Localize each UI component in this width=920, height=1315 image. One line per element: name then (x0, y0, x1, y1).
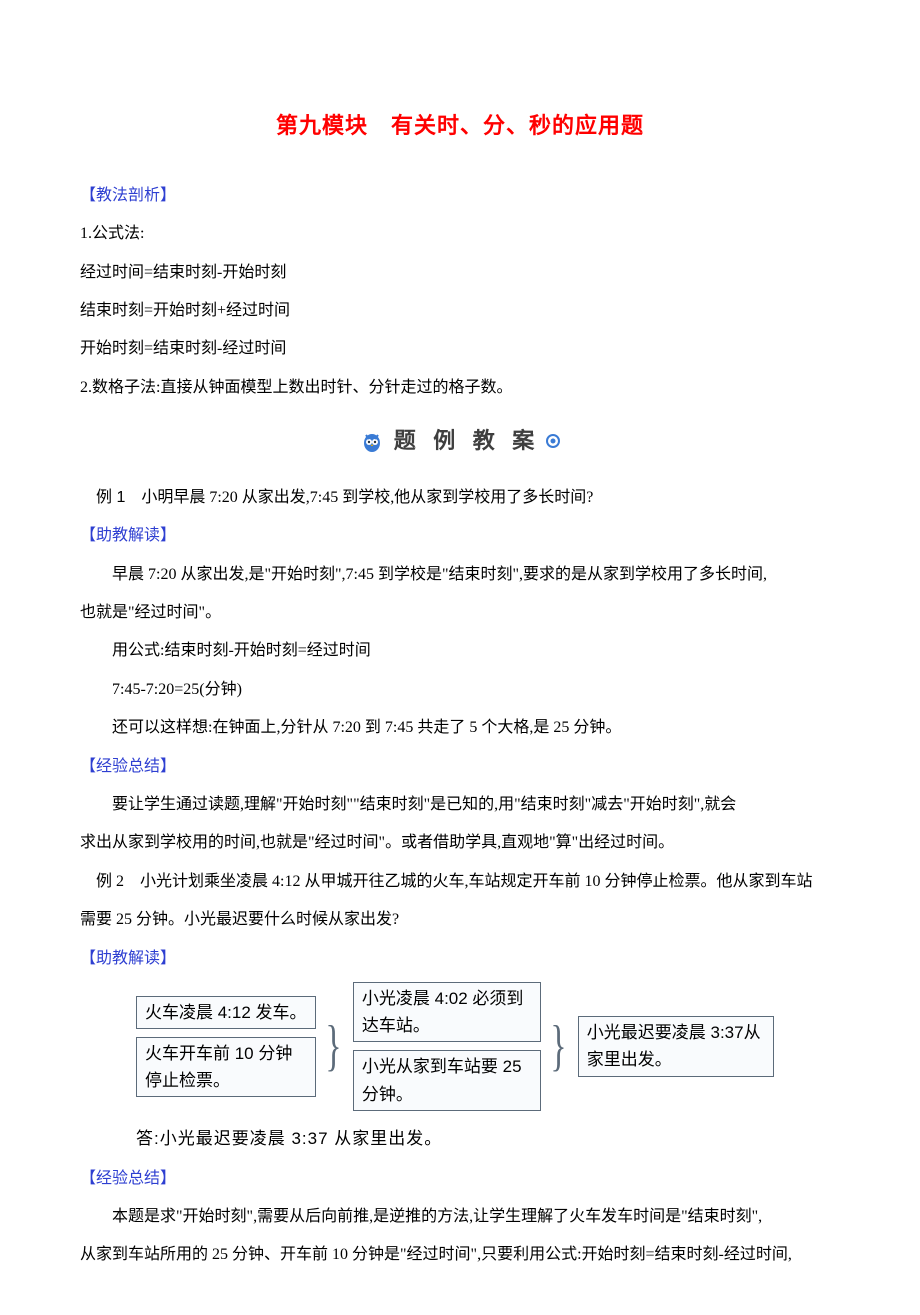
section-label-summary-1: 【经验总结】 (80, 748, 840, 786)
diagram-box: 小光最迟要凌晨 3:37从家里出发。 (578, 1016, 774, 1076)
method-line: 开始时刻=结束时刻-经过时间 (80, 330, 840, 368)
summary-line: 从家到车站所用的 25 分钟、开车前 10 分钟是"经过时间",只要利用公式:开… (80, 1236, 840, 1274)
section-label-explain-2: 【助教解读】 (80, 940, 840, 978)
summary-line: 求出从家到学校用的时间,也就是"经过时间"。或者借助学具,直观地"算"出经过时间… (80, 824, 840, 862)
diagram-group-1: 火车凌晨 4:12 发车。 火车开车前 10 分钟停止检票。 } (136, 996, 347, 1098)
diagram-box: 火车凌晨 4:12 发车。 (136, 996, 316, 1029)
example-1-text: 小明早晨 7:20 从家出发,7:45 到学校,他从家到学校用了多长时间? (125, 489, 593, 506)
explain-line: 还可以这样想:在钟面上,分针从 7:20 到 7:45 共走了 5 个大格,是 … (80, 709, 840, 747)
explain-line: 7:45-7:20=25(分钟) (80, 671, 840, 709)
brace-icon: } (325, 1018, 341, 1074)
section-label-method: 【教法剖析】 (80, 177, 840, 215)
answer-line: 答:小光最迟要凌晨 3:37 从家里出发。 (136, 1119, 840, 1160)
brace-icon: } (550, 1018, 566, 1074)
example-2-text: 小光计划乘坐凌晨 4:12 从甲城开往乙城的火车,车站规定开车前 10 分钟停止… (124, 873, 812, 890)
example-2-label: 例 2 (96, 873, 124, 890)
method-line: 经过时间=结束时刻-开始时刻 (80, 254, 840, 292)
summary-line: 要让学生通过读题,理解"开始时刻""结束时刻"是已知的,用"结束时刻"减去"开始… (80, 786, 840, 824)
diagram-box: 火车开车前 10 分钟停止检票。 (136, 1037, 316, 1097)
summary-line: 本题是求"开始时刻",需要从后向前推,是逆推的方法,让学生理解了火车发车时间是"… (80, 1198, 840, 1236)
section-teaching-method: 【教法剖析】 1.公式法: 经过时间=结束时刻-开始时刻 结束时刻=开始时刻+经… (80, 177, 840, 407)
section-label-summary-2: 【经验总结】 (80, 1160, 840, 1198)
owl-icon (360, 430, 384, 454)
explain-line: 早晨 7:20 从家出发,是"开始时刻",7:45 到学校是"结束时刻",要求的… (80, 556, 840, 594)
dot-icon (546, 415, 560, 468)
example-1-heading: 例 1 小明早晨 7:20 从家出发,7:45 到学校,他从家到学校用了多长时间… (80, 479, 840, 517)
reasoning-diagram: 火车凌晨 4:12 发车。 火车开车前 10 分钟停止检票。 } 小光凌晨 4:… (136, 982, 840, 1111)
banner-title: 题 例 教 案 (394, 415, 561, 468)
page-title: 第九模块 有关时、分、秒的应用题 (80, 100, 840, 153)
section-banner: 题 例 教 案 (80, 415, 840, 469)
method-line: 1.公式法: (80, 215, 840, 253)
document-page: 第九模块 有关时、分、秒的应用题 【教法剖析】 1.公式法: 经过时间=结束时刻… (0, 0, 920, 1315)
example-1-label: 例 1 (96, 489, 125, 506)
banner-text: 题 例 教 案 (394, 415, 541, 468)
example-2-heading: 例 2 小光计划乘坐凌晨 4:12 从甲城开往乙城的火车,车站规定开车前 10 … (80, 863, 840, 901)
method-line: 结束时刻=开始时刻+经过时间 (80, 292, 840, 330)
method-line: 2.数格子法:直接从钟面模型上数出时针、分针走过的格子数。 (80, 369, 840, 407)
explain-line: 也就是"经过时间"。 (80, 594, 840, 632)
diagram-box: 小光从家到车站要 25分钟。 (353, 1050, 541, 1110)
section-label-explain-1: 【助教解读】 (80, 517, 840, 555)
diagram-group-2: 小光凌晨 4:02 必须到达车站。 小光从家到车站要 25分钟。 } (353, 982, 572, 1111)
diagram-box: 小光凌晨 4:02 必须到达车站。 (353, 982, 541, 1042)
example-2-text-2: 需要 25 分钟。小光最迟要什么时候从家出发? (80, 901, 840, 939)
explain-line: 用公式:结束时刻-开始时刻=经过时间 (80, 632, 840, 670)
